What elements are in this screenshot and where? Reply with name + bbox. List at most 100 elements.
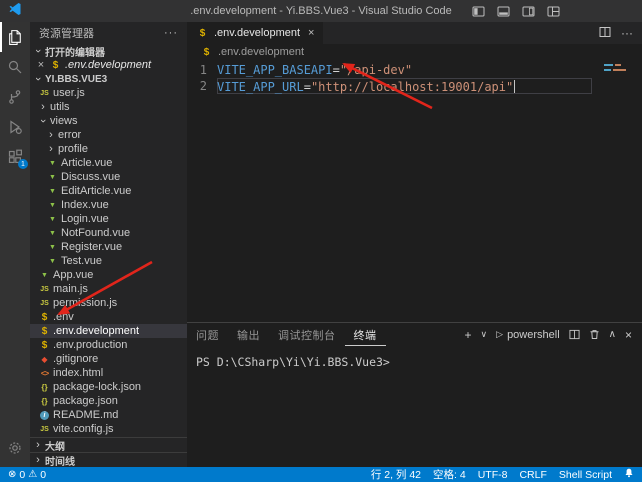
tree-item-label: .env.development: [53, 325, 139, 337]
tree-item-vite.config.js[interactable]: JSvite.config.js: [30, 422, 187, 436]
notifications-bell-icon[interactable]: [624, 468, 634, 481]
explorer-icon[interactable]: [0, 22, 30, 52]
breadcrumb[interactable]: $ .env.development: [187, 44, 642, 60]
panel-tab-输出[interactable]: 输出: [228, 323, 269, 346]
chevron-down-icon: ›: [37, 116, 49, 126]
tree-item-permission.js[interactable]: JSpermission.js: [30, 296, 187, 310]
vue-file-icon: ▼: [46, 202, 59, 209]
open-editors-header[interactable]: › 打开的编辑器: [30, 44, 187, 58]
tree-item-Register.vue[interactable]: ▼Register.vue: [30, 240, 187, 254]
minimap[interactable]: [604, 64, 626, 74]
tree-item-Discuss.vue[interactable]: ▼Discuss.vue: [30, 170, 187, 184]
tree-item-profile[interactable]: ›profile: [30, 142, 187, 156]
terminal-prompt: PS D:\CSharp\Yi\Yi.BBS.Vue3>: [196, 355, 390, 369]
encoding[interactable]: UTF-8: [478, 469, 508, 481]
tree-item-label: .env: [53, 311, 74, 323]
env-file-icon: $: [196, 28, 209, 39]
source-control-icon[interactable]: [0, 82, 30, 112]
close-panel-icon[interactable]: ×: [625, 328, 632, 342]
tree-item-package-lock.json[interactable]: {}package-lock.json: [30, 380, 187, 394]
line-number: 2: [187, 78, 217, 94]
tree-item-.env.development[interactable]: $.env.development: [30, 324, 187, 338]
vue-file-icon: ▼: [46, 216, 59, 223]
settings-gear-icon[interactable]: [0, 433, 30, 463]
tree-item-utils[interactable]: ›utils: [30, 100, 187, 114]
editor-more-actions-icon[interactable]: ···: [621, 26, 633, 40]
split-editor-icon[interactable]: [599, 26, 611, 41]
code-line-1[interactable]: 1VITE_APP_BASEAPI="/api-dev": [187, 62, 642, 78]
project-root-header[interactable]: › YI.BBS.VUE3: [30, 72, 187, 86]
panel-tab-调试控制台[interactable]: 调试控制台: [269, 323, 345, 346]
tree-item-label: README.md: [53, 409, 118, 421]
panel-tab-终端[interactable]: 终端: [345, 323, 386, 346]
cursor-position[interactable]: 行 2, 列 42: [371, 467, 421, 482]
terminal-dropdown-icon[interactable]: ∨: [481, 329, 488, 340]
sidebar-explorer: 资源管理器 ··· › 打开的编辑器 × $ .env.development …: [30, 22, 187, 467]
code-editor[interactable]: 1VITE_APP_BASEAPI="/api-dev"2VITE_APP_UR…: [187, 60, 642, 322]
language-mode[interactable]: Shell Script: [559, 469, 612, 481]
tree-item-App.vue[interactable]: ▼App.vue: [30, 268, 187, 282]
tree-item-.gitignore[interactable]: ◆.gitignore: [30, 352, 187, 366]
tree-item-NotFound.vue[interactable]: ▼NotFound.vue: [30, 226, 187, 240]
indentation[interactable]: 空格: 4: [433, 467, 466, 482]
chevron-right-icon: ›: [38, 101, 48, 113]
tree-item-package.json[interactable]: {}package.json: [30, 394, 187, 408]
tree-item-EditArticle.vue[interactable]: ▼EditArticle.vue: [30, 184, 187, 198]
tree-item-main.js[interactable]: JSmain.js: [30, 282, 187, 296]
close-icon[interactable]: ×: [308, 27, 314, 39]
tree-item-label: EditArticle.vue: [61, 185, 131, 197]
tree-item-Test.vue[interactable]: ▼Test.vue: [30, 254, 187, 268]
tree-item-user.js[interactable]: JSuser.js: [30, 86, 187, 100]
editor-area: $ .env.development × ··· $ .env.developm…: [187, 22, 642, 467]
new-terminal-icon[interactable]: +: [465, 328, 472, 342]
html-file-icon: <>: [38, 369, 51, 378]
tab-env-development[interactable]: $ .env.development ×: [187, 22, 323, 44]
tree-item-label: error: [58, 129, 81, 141]
toggle-panel-icon[interactable]: [497, 5, 510, 18]
tree-item-.env.production[interactable]: $.env.production: [30, 338, 187, 352]
tree-item-Login.vue[interactable]: ▼Login.vue: [30, 212, 187, 226]
code-line-text: VITE_APP_BASEAPI="/api-dev": [217, 62, 592, 78]
kill-terminal-icon[interactable]: [589, 329, 600, 340]
chevron-down-icon: ›: [32, 74, 44, 84]
tree-item-.env[interactable]: $.env: [30, 310, 187, 324]
split-terminal-icon[interactable]: [569, 329, 580, 340]
tree-item-Index.vue[interactable]: ▼Index.vue: [30, 198, 187, 212]
tree-item-label: index.html: [53, 367, 103, 379]
info-file-icon: i: [40, 411, 49, 420]
maximize-panel-icon[interactable]: ∧: [609, 329, 616, 340]
run-debug-icon[interactable]: [0, 112, 30, 142]
timeline-header[interactable]: › 时间线: [30, 452, 187, 467]
outline-header[interactable]: › 大纲: [30, 437, 187, 452]
extensions-badge: 1: [18, 159, 28, 169]
terminal[interactable]: PS D:\CSharp\Yi\Yi.BBS.Vue3>: [187, 346, 642, 369]
toggle-sidebar-icon[interactable]: [472, 5, 485, 18]
shell-selector[interactable]: ▷ powershell: [496, 329, 560, 341]
tree-item-label: Article.vue: [61, 157, 112, 169]
tree-item-label: views: [50, 115, 78, 127]
json-file-icon: {}: [38, 397, 51, 406]
extensions-icon[interactable]: 1: [0, 142, 30, 172]
tree-item-error[interactable]: ›error: [30, 128, 187, 142]
vue-file-icon: ▼: [46, 188, 59, 195]
tree-item-index.html[interactable]: <>index.html: [30, 366, 187, 380]
env-file-icon: $: [38, 340, 51, 351]
panel-tab-问题[interactable]: 问题: [187, 323, 228, 346]
tree-item-views[interactable]: ›views: [30, 114, 187, 128]
search-icon[interactable]: [0, 52, 30, 82]
tree-item-README.md[interactable]: i README.md: [30, 408, 187, 422]
problems-status[interactable]: ⊗ 0 ⚠ 0: [8, 469, 46, 481]
code-line-2[interactable]: 2VITE_APP_URL="http://localhost:19001/ap…: [187, 78, 642, 94]
tree-item-Article.vue[interactable]: ▼Article.vue: [30, 156, 187, 170]
chevron-right-icon: ›: [46, 129, 56, 141]
vue-file-icon: ▼: [46, 258, 59, 265]
open-editor-item[interactable]: × $ .env.development: [30, 58, 187, 72]
eol-sequence[interactable]: CRLF: [519, 469, 546, 481]
tree-item-label: main.js: [53, 283, 88, 295]
customize-layout-icon[interactable]: [547, 5, 560, 18]
js-file-icon: JS: [38, 90, 51, 97]
close-icon[interactable]: ×: [36, 59, 46, 71]
project-root-label: YI.BBS.VUE3: [45, 74, 107, 85]
toggle-secondary-sidebar-icon[interactable]: [522, 5, 535, 18]
more-actions-icon[interactable]: ···: [164, 27, 178, 39]
